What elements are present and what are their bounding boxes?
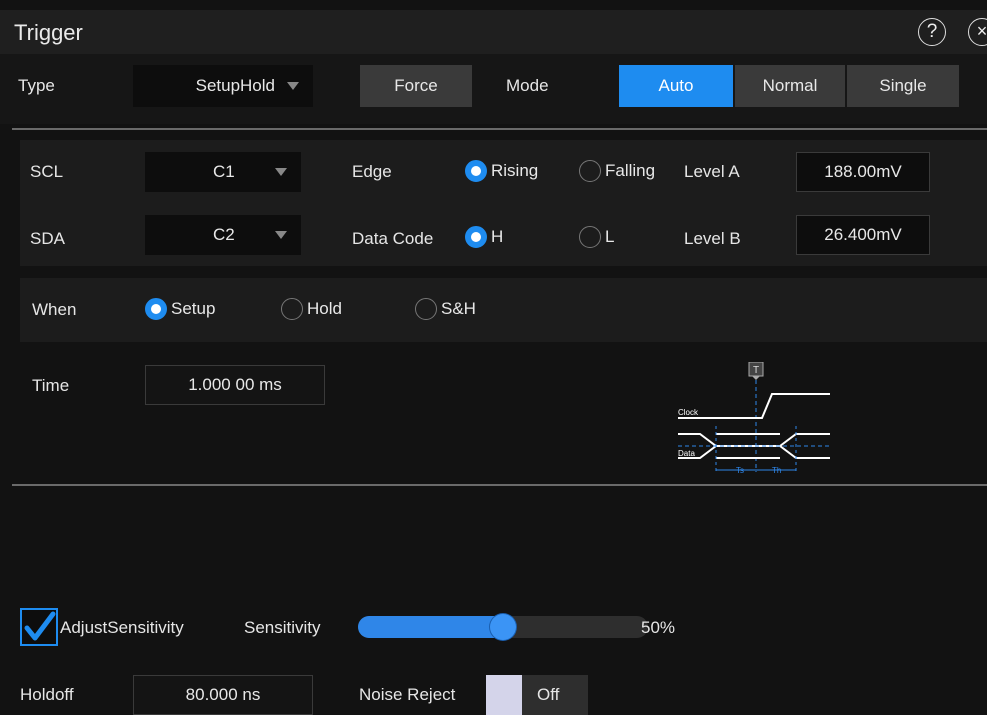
edge-falling-radio[interactable]: Falling bbox=[579, 160, 655, 182]
noise-reject-state: Off bbox=[537, 685, 560, 704]
edge-rising-label: Rising bbox=[491, 161, 539, 180]
type-value: SetupHold bbox=[195, 76, 275, 95]
th-label: Th bbox=[772, 466, 781, 475]
edge-falling-label: Falling bbox=[605, 161, 656, 180]
datacode-l-label: L bbox=[605, 227, 615, 246]
sda-label: SDA bbox=[30, 229, 65, 248]
level-b-label: Level B bbox=[684, 229, 741, 248]
noise-reject-toggle-knob bbox=[486, 675, 522, 715]
datacode-h-label: H bbox=[491, 227, 504, 246]
trigger-marker-text: T bbox=[753, 365, 759, 376]
sensitivity-value: 50% bbox=[641, 618, 676, 637]
sensitivity-label: Sensitivity bbox=[244, 618, 321, 637]
radio-empty-icon bbox=[281, 298, 303, 320]
when-sh-label: S&H bbox=[441, 299, 476, 318]
datacode-h-radio[interactable]: H bbox=[465, 226, 503, 248]
when-setup-label: Setup bbox=[171, 299, 216, 318]
mode-label: Mode bbox=[506, 76, 549, 95]
title-bar bbox=[0, 10, 987, 54]
sensitivity-slider-fill bbox=[358, 616, 503, 638]
datacode-label: Data Code bbox=[352, 229, 434, 248]
sda-dropdown[interactable]: C2 bbox=[145, 215, 301, 255]
dialog-title: Trigger bbox=[14, 20, 83, 45]
level-a-label: Level A bbox=[684, 162, 740, 181]
mode-auto-button[interactable]: Auto bbox=[619, 65, 733, 107]
force-button[interactable]: Force bbox=[360, 65, 472, 107]
adjust-sensitivity-label: AdjustSensitivity bbox=[60, 618, 184, 637]
radio-empty-icon bbox=[579, 160, 601, 182]
sensitivity-slider-thumb[interactable] bbox=[490, 614, 516, 640]
when-hold-radio[interactable]: Hold bbox=[281, 298, 342, 320]
when-hold-label: Hold bbox=[307, 299, 342, 318]
when-sh-radio[interactable]: S&H bbox=[415, 298, 476, 320]
noise-reject-label: Noise Reject bbox=[359, 685, 456, 704]
chevron-down-icon bbox=[275, 168, 287, 176]
scl-dropdown[interactable]: C1 bbox=[145, 152, 301, 192]
scl-label: SCL bbox=[30, 162, 64, 181]
when-label: When bbox=[32, 300, 77, 319]
scl-value: C1 bbox=[213, 162, 235, 181]
mode-single-button[interactable]: Single bbox=[847, 65, 959, 107]
edge-label: Edge bbox=[352, 162, 392, 181]
radio-empty-icon bbox=[415, 298, 437, 320]
data-label: Data bbox=[678, 449, 695, 458]
clock-label: Clock bbox=[678, 408, 699, 417]
holdoff-input[interactable]: 80.000 ns bbox=[133, 675, 313, 715]
ts-label: Ts bbox=[736, 466, 744, 475]
chevron-down-icon bbox=[275, 231, 287, 239]
sda-value: C2 bbox=[213, 225, 235, 244]
clock-wave bbox=[740, 393, 830, 419]
edge-rising-radio[interactable]: Rising bbox=[465, 160, 538, 182]
trigger-marker-pointer bbox=[752, 376, 760, 380]
time-input[interactable]: 1.000 00 ms bbox=[145, 365, 325, 405]
mode-normal-button[interactable]: Normal bbox=[735, 65, 845, 107]
when-setup-radio[interactable]: Setup bbox=[145, 298, 215, 320]
type-label: Type bbox=[18, 76, 55, 95]
divider bbox=[12, 128, 987, 130]
checkmark-icon bbox=[24, 611, 56, 641]
adjust-sensitivity-checkbox[interactable] bbox=[20, 608, 58, 646]
level-b-input[interactable]: 26.400mV bbox=[796, 215, 930, 255]
help-icon[interactable]: ? bbox=[918, 18, 946, 46]
radio-empty-icon bbox=[579, 226, 601, 248]
radio-selected-icon bbox=[145, 298, 167, 320]
type-dropdown[interactable]: SetupHold bbox=[133, 65, 313, 107]
radio-selected-icon bbox=[465, 160, 487, 182]
chevron-down-icon bbox=[287, 82, 299, 90]
setup-hold-diagram: T Clock Data Ts Th bbox=[678, 362, 830, 475]
time-label: Time bbox=[32, 376, 70, 395]
radio-selected-icon bbox=[465, 226, 487, 248]
datacode-l-radio[interactable]: L bbox=[579, 226, 614, 248]
holdoff-label: Holdoff bbox=[20, 685, 74, 704]
level-a-input[interactable]: 188.00mV bbox=[796, 152, 930, 192]
divider bbox=[12, 484, 987, 486]
